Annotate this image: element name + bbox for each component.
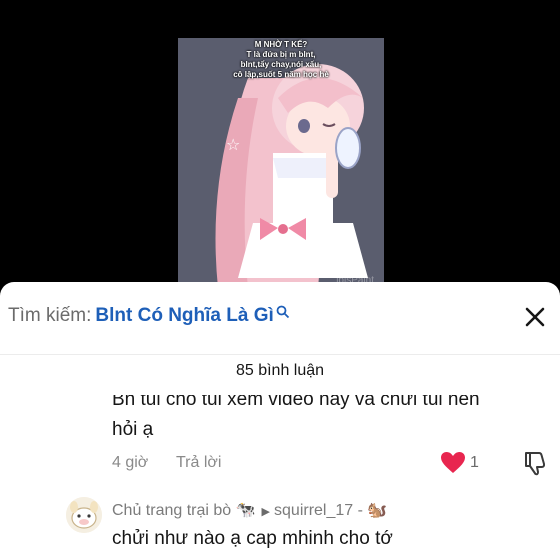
search-prefix-label: Tìm kiếm: (8, 305, 92, 326)
comment-text: chửi như nào ạ cap mhinh cho tớ (112, 528, 393, 549)
reply-button[interactable]: Trả lời (176, 454, 221, 472)
caption-line: cô lập,suốt 5 năm học hè (233, 70, 329, 79)
search-term-link[interactable]: Blnt Có Nghĩa Là Gì (95, 305, 273, 326)
search-suggestion[interactable]: Tìm kiếm: Blnt Có Nghĩa Là Gì (0, 282, 560, 355)
dislike-icon[interactable] (522, 450, 548, 476)
reply-arrow-icon: ▶ (261, 506, 271, 518)
caption-line: blnt,tẩy chay,nói xấu, (240, 60, 322, 69)
video-caption: M NHỜ T KỂ? T là đứa bị m blnt, blnt,tẩy… (178, 40, 384, 80)
comment-count: 85 bình luận (235, 362, 325, 379)
comment-text: hỏi ạ (112, 419, 154, 440)
like-count: 1 (470, 454, 479, 471)
video-frame: ☆ M NHỜ T KỂ? T là đứa bị m blnt, blnt,t… (178, 38, 384, 288)
search-row-text: Tìm kiếm: Blnt Có Nghĩa Là Gì (8, 305, 290, 327)
heart-icon (441, 452, 465, 473)
comment-text: Bn tui cho tui xem video này và chửi tui… (112, 389, 480, 410)
comment-author-line: Chủ trang trại bò 🐄 ▶ squirrel_17 - 🐿️ (112, 500, 387, 520)
search-icon (276, 303, 290, 325)
close-icon[interactable] (522, 304, 548, 330)
comment-author[interactable]: Chủ trang trại bò 🐄 (112, 502, 256, 519)
caption-line: M NHỜ T KỂ? (254, 40, 308, 49)
comments-sheet: Tìm kiếm: Blnt Có Nghĩa Là Gì 85 bình luậ… (0, 282, 560, 560)
reply-to-user[interactable]: squirrel_17 - 🐿️ (274, 502, 387, 519)
video-player[interactable]: ☆ M NHỜ T KỂ? T là đứa bị m blnt, blnt,t… (0, 0, 560, 288)
like-button[interactable]: 1 (440, 451, 484, 475)
svg-text:☆: ☆ (226, 135, 240, 154)
avatar[interactable] (66, 497, 102, 533)
caption-line: T là đứa bị m blnt, (246, 50, 316, 59)
comment-timestamp: 4 giờ (112, 454, 149, 471)
